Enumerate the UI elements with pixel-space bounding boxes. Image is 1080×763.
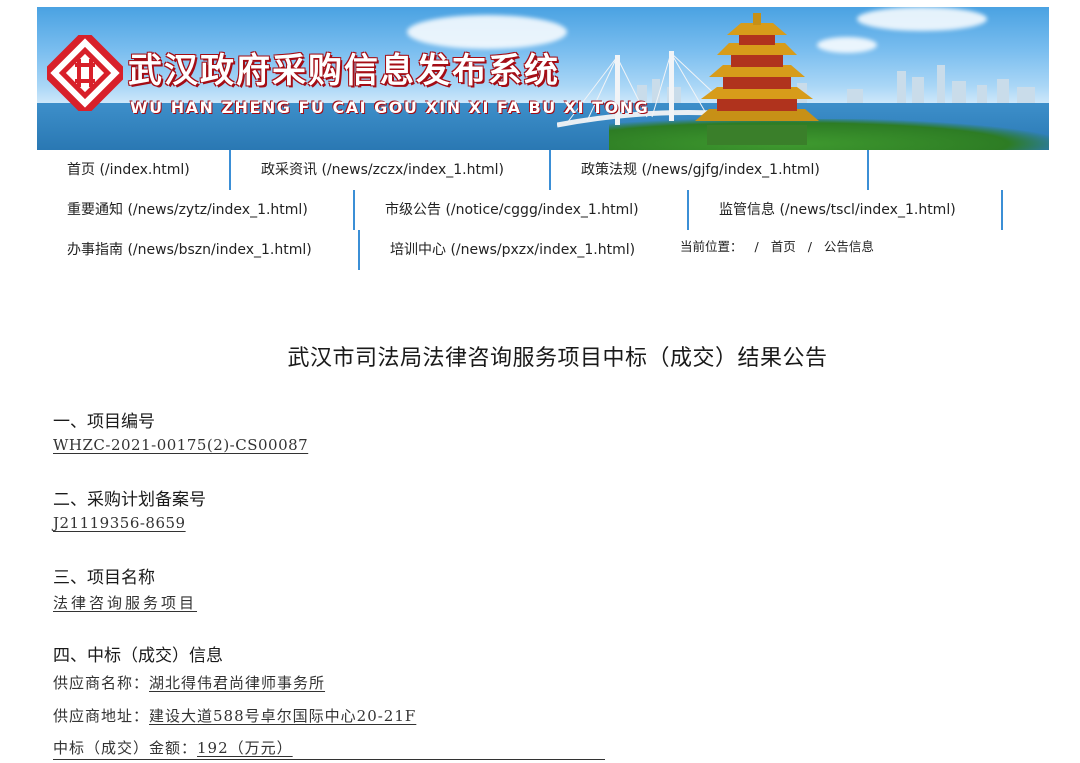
section-project-name-heading: 三、项目名称 <box>53 568 155 588</box>
supplier-name-label: 供应商名称： <box>53 674 150 692</box>
award-amount-label: 中标（成交）金额： <box>53 739 198 757</box>
nav-link-training[interactable]: 培训中心 (/news/pxzx/index_1.html) <box>360 230 660 270</box>
divider <box>53 759 605 760</box>
section-project-number-heading: 一、项目编号 <box>53 412 155 432</box>
nav-link-home[interactable]: 首页 (/index.html) <box>37 150 231 190</box>
site-banner: 武汉政府采购信息发布系统 WU HAN ZHENG FU CAI GOU XIN… <box>37 7 1049 150</box>
plan-record-value: J21119356-8659 <box>53 514 186 532</box>
nav-link-guide[interactable]: 办事指南 (/news/bszn/index_1.html) <box>37 230 360 270</box>
section-plan-record-heading: 二、采购计划备案号 <box>53 490 206 510</box>
notice-title: 武汉市司法局法律咨询服务项目中标（成交）结果公告 <box>287 346 828 371</box>
site-title: 武汉政府采购信息发布系统 <box>128 51 560 91</box>
supplier-address-label: 供应商地址： <box>53 707 150 725</box>
breadcrumb-current[interactable]: 公告信息 <box>824 239 874 254</box>
yellow-crane-tower-illustration <box>695 13 819 145</box>
nav-row-2: 重要通知 (/news/zytz/index_1.html) 市级公告 (/no… <box>37 190 1003 230</box>
site-subtitle-pinyin: WU HAN ZHENG FU CAI GOU XIN XI FA BU XI … <box>130 98 650 117</box>
nav-link-city-announcements[interactable]: 市级公告 (/notice/cggg/index_1.html) <box>355 190 689 230</box>
procurement-logo-icon <box>47 35 123 111</box>
award-amount-line: 中标（成交）金额：192（万元） <box>53 737 293 758</box>
breadcrumb: 当前位置： / 首页 / 公告信息 <box>680 236 882 255</box>
nav-link-notices[interactable]: 重要通知 (/news/zytz/index_1.html) <box>37 190 355 230</box>
supplier-address-line: 供应商地址：建设大道588号卓尔国际中心20-21F <box>53 705 416 726</box>
award-amount-value: 192（万元） <box>197 739 293 757</box>
section-award-info-heading: 四、中标（成交）信息 <box>53 646 223 666</box>
project-name-value: 法律咨询服务项目 <box>53 594 198 612</box>
supplier-name-value: 湖北得伟君尚律师事务所 <box>149 674 326 692</box>
cloud <box>857 7 987 31</box>
nav-link-policy[interactable]: 政策法规 (/news/gjfg/index_1.html) <box>551 150 869 190</box>
nav-row-1: 首页 (/index.html) 政采资讯 (/news/zczx/index_… <box>37 150 869 190</box>
supplier-name-line: 供应商名称：湖北得伟君尚律师事务所 <box>53 672 325 693</box>
supplier-address-value: 建设大道588号卓尔国际中心20-21F <box>149 707 417 725</box>
nav-row-3: 办事指南 (/news/bszn/index_1.html) 培训中心 (/ne… <box>37 230 660 270</box>
breadcrumb-home[interactable]: 首页 <box>771 239 796 254</box>
breadcrumb-label: 当前位置： <box>680 239 743 254</box>
nav-link-supervision[interactable]: 监管信息 (/news/tscl/index_1.html) <box>689 190 1003 230</box>
nav-link-news[interactable]: 政采资讯 (/news/zczx/index_1.html) <box>231 150 551 190</box>
breadcrumb-separator: / <box>807 239 812 254</box>
breadcrumb-separator: / <box>754 239 759 254</box>
project-number-value: WHZC-2021-00175(2)-CS00087 <box>53 436 309 454</box>
